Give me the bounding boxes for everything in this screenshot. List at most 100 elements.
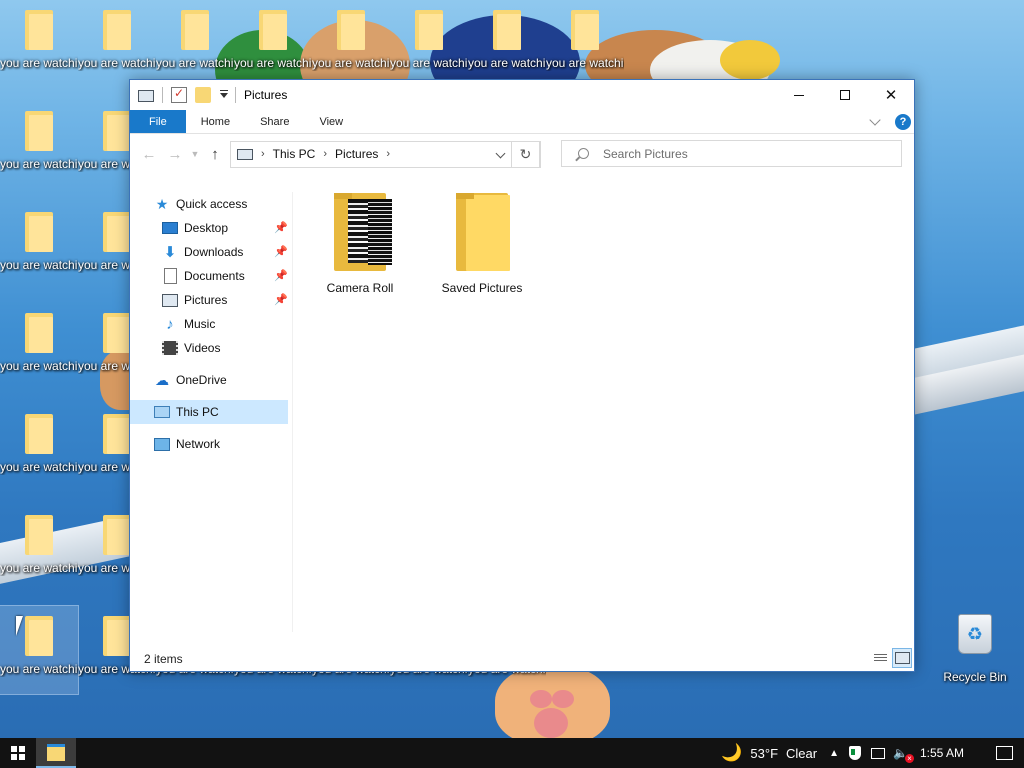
desktop-folder-icon[interactable]: you are watching pa... xyxy=(546,0,624,88)
address-bar[interactable]: › This PC › Pictures › ↻ xyxy=(230,140,541,168)
taskbar-file-explorer-button[interactable] xyxy=(36,738,76,768)
folder-item[interactable]: Camera Roll xyxy=(310,193,410,303)
tab-view[interactable]: View xyxy=(304,110,358,133)
desktop-folder-icon[interactable]: you are watching pa... xyxy=(78,0,156,88)
close-icon: ✕ xyxy=(884,87,898,104)
nav-item-label: Videos xyxy=(184,341,221,355)
weather-temperature[interactable]: 53°F xyxy=(750,746,778,761)
desktop-icon-label: you are watching pa... xyxy=(0,359,78,373)
folder-item[interactable]: Saved Pictures xyxy=(432,193,532,303)
folder-icon xyxy=(103,111,131,151)
desktop-folder-icon[interactable]: you are watching pa... xyxy=(0,605,79,695)
desktop-folder-icon[interactable]: you are watching pa... xyxy=(390,0,468,88)
desktop-folder-icon[interactable]: you are watching pa... xyxy=(234,0,312,88)
show-hidden-icons-chevron-icon[interactable]: ▲ xyxy=(829,748,839,759)
desktop-folder-icon[interactable]: you are watching pa... xyxy=(0,0,78,88)
network-status-icon[interactable] xyxy=(871,747,886,759)
desktop-icon-label: you are watching pa... xyxy=(156,56,234,70)
desktop-folder-icon[interactable]: you are watching pa... xyxy=(0,404,78,492)
notifications-icon[interactable] xyxy=(984,738,1024,768)
folder-icon xyxy=(25,212,53,252)
maximize-button[interactable] xyxy=(822,80,868,110)
navigation-pane: ★ Quick access Desktop 📌 ⬇ Downloads 📌 Docum… xyxy=(130,192,288,642)
desktop-folder-icon[interactable]: you are watching pa... xyxy=(0,505,78,593)
folder-icon xyxy=(415,10,443,50)
desktop-icon-label: you are watching pa... xyxy=(78,56,156,70)
breadcrumb-this-pc[interactable]: This PC xyxy=(273,147,316,161)
recent-locations-button[interactable]: ▼ xyxy=(188,141,202,167)
tab-home[interactable]: Home xyxy=(186,110,245,133)
start-button[interactable] xyxy=(0,738,36,768)
back-button[interactable]: ← xyxy=(136,141,162,167)
security-shield-icon[interactable] xyxy=(849,746,862,760)
desktop-icon-label: you are watching pa... xyxy=(312,56,390,70)
nav-music[interactable]: ♪ Music xyxy=(130,312,288,336)
nav-item-label: OneDrive xyxy=(176,373,227,387)
help-icon[interactable]: ? xyxy=(895,113,911,130)
breadcrumb-separator-icon[interactable]: › xyxy=(323,148,327,160)
pictures-location-icon xyxy=(237,148,253,160)
wallpaper-character xyxy=(720,40,780,80)
nav-downloads[interactable]: ⬇ Downloads 📌 xyxy=(130,240,288,264)
desktop-folder-icon[interactable]: you are watching pa... xyxy=(0,303,78,391)
minimize-button[interactable] xyxy=(776,80,822,110)
forward-button[interactable]: → xyxy=(162,141,188,167)
pane-divider[interactable] xyxy=(292,192,293,632)
title-bar[interactable]: Pictures ✕ xyxy=(130,80,914,110)
ribbon-tabs: File Home Share View ? xyxy=(130,110,914,134)
pin-icon: 📌 xyxy=(274,270,288,282)
tab-file[interactable]: File xyxy=(130,110,186,133)
minimize-icon xyxy=(794,94,804,96)
desktop-icon-label: you are watching pa... xyxy=(0,157,78,171)
refresh-button[interactable]: ↻ xyxy=(511,140,540,168)
customize-toolbar-icon[interactable] xyxy=(219,87,229,103)
desktop-folder-icon[interactable]: you are watching pa... xyxy=(156,0,234,88)
expand-ribbon-chevron-icon[interactable] xyxy=(869,113,881,126)
breadcrumb-pictures[interactable]: Pictures xyxy=(335,147,378,161)
desktop-folder-icon[interactable]: you are watching pa... xyxy=(0,101,78,189)
folder-icon xyxy=(25,313,53,353)
back-arrow-icon: ← xyxy=(141,145,157,163)
recycle-bin-icon[interactable]: ♻ Recycle Bin xyxy=(940,610,1010,690)
close-button[interactable]: ✕ xyxy=(868,80,914,110)
desktop-folder-icon[interactable]: you are watching pa... xyxy=(312,0,390,88)
address-dropdown-icon[interactable] xyxy=(495,148,506,158)
nav-quick-access[interactable]: ★ Quick access xyxy=(130,192,288,216)
desktop-folder-icon[interactable]: you are watching pa... xyxy=(468,0,546,88)
tab-share[interactable]: Share xyxy=(245,110,304,133)
nav-pictures[interactable]: Pictures 📌 xyxy=(130,288,288,312)
nav-item-label: Network xyxy=(176,437,221,451)
folder-icon xyxy=(25,10,53,50)
folder-icon xyxy=(181,10,209,50)
search-input[interactable]: Search Pictures xyxy=(603,147,688,161)
mouse-cursor-icon xyxy=(16,616,30,636)
search-box[interactable]: Search Pictures xyxy=(561,140,902,167)
properties-icon[interactable] xyxy=(171,86,187,103)
clock[interactable]: 1:55 AM xyxy=(920,746,964,760)
nav-this-pc[interactable]: This PC xyxy=(130,400,288,424)
music-icon: ♪ xyxy=(166,315,174,333)
weather-condition[interactable]: Clear xyxy=(786,746,817,761)
large-icons-view-button[interactable] xyxy=(892,648,912,668)
folder-icon xyxy=(25,414,53,454)
breadcrumb-separator-icon[interactable]: › xyxy=(386,148,390,160)
volume-muted-icon[interactable]: 🔈 xyxy=(893,746,914,763)
window-app-icon[interactable] xyxy=(138,89,154,102)
desktop-folder-icon[interactable]: you are watching pa... xyxy=(0,202,78,290)
nav-documents[interactable]: Documents 📌 xyxy=(130,264,288,288)
up-button[interactable]: ↑ xyxy=(202,141,228,167)
weather-moon-icon[interactable]: 🌙 xyxy=(721,743,742,763)
quick-access-toolbar: Pictures xyxy=(130,80,287,110)
new-folder-icon[interactable] xyxy=(195,87,211,103)
nav-desktop[interactable]: Desktop 📌 xyxy=(130,216,288,240)
nav-onedrive[interactable]: ☁ OneDrive xyxy=(130,368,288,392)
details-view-button[interactable] xyxy=(870,648,890,668)
desktop-icon-label: you are watching pa... xyxy=(468,56,546,70)
refresh-icon: ↻ xyxy=(519,145,532,162)
folder-icon xyxy=(337,10,365,50)
folder-name: Camera Roll xyxy=(326,281,394,295)
nav-videos[interactable]: Videos xyxy=(130,336,288,360)
download-icon: ⬇ xyxy=(163,244,177,261)
nav-network[interactable]: Network xyxy=(130,432,288,456)
file-explorer-window: Pictures ✕ File Home Share View ? ← → ▼ … xyxy=(129,79,915,672)
